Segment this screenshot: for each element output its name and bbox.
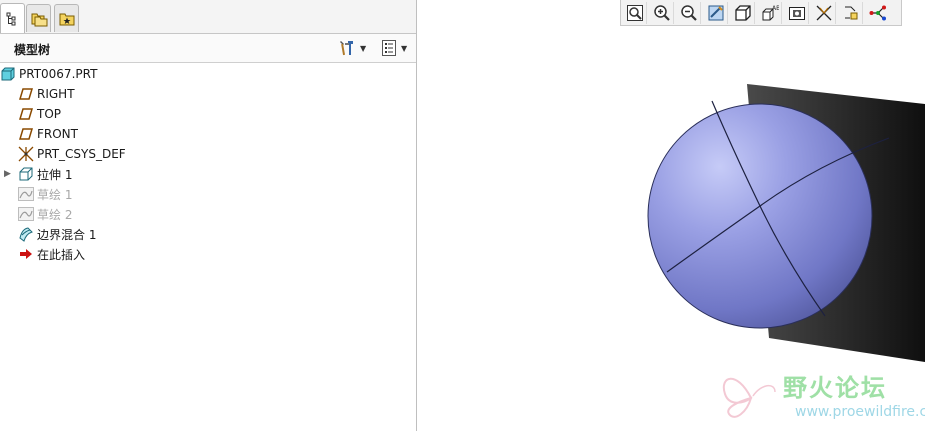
tree-item-right[interactable]: RIGHT [18, 84, 75, 104]
repaint-icon [708, 5, 723, 20]
model-tree-panel: 模型树 ▼ ▼ PRT0067.PRT RIGHT TOP FRONT PRT_… [0, 0, 417, 431]
display-style-icon [734, 4, 751, 21]
tree-item-boundary-blend[interactable]: 边界混合 1 [18, 224, 96, 244]
tree-columns-icon [382, 40, 396, 56]
folder-browser-icon [31, 13, 47, 26]
svg-text:AB: AB [772, 5, 779, 12]
graphics-viewport[interactable]: AB 野火论坛 www.proewildfire.cn [417, 0, 925, 431]
tree-item-label: PRT_CSYS_DEF [37, 147, 126, 161]
tree-item-label: RIGHT [37, 87, 75, 101]
favorites-folder-icon [59, 13, 74, 25]
saved-views-icon: AB [762, 5, 779, 20]
view-toolbar: AB [620, 0, 902, 26]
saved-views-button[interactable]: AB [758, 1, 782, 24]
datum-plane-icon [18, 126, 34, 142]
expand-arrow-icon[interactable]: ▶ [4, 169, 16, 179]
zoom-out-icon [680, 4, 697, 21]
watermark-title: 野火论坛 [783, 374, 887, 402]
navigator-tab-strip [0, 0, 416, 34]
butterfly-logo-icon [722, 377, 776, 418]
tools-settings-icon [340, 41, 353, 56]
tree-item-label: 边界混合 1 [37, 227, 97, 242]
refit-button[interactable] [623, 1, 647, 24]
tree-item-label: 草绘 1 [37, 187, 73, 202]
tree-title: 模型树 [14, 43, 51, 57]
chevron-down-icon: ▼ [360, 43, 367, 53]
sphere-surface [647, 103, 873, 329]
annotation-display-icon [844, 6, 857, 19]
display-style-button[interactable] [731, 1, 755, 24]
annotation-display-button[interactable] [839, 1, 863, 24]
tree-item-front[interactable]: FRONT [18, 124, 78, 144]
tree-item-label: 在此插入 [37, 247, 86, 262]
tab-model-tree[interactable] [0, 3, 25, 33]
model-tree-icon [6, 12, 15, 25]
zoom-in-icon [653, 4, 670, 21]
chevron-down-icon: ▼ [401, 43, 408, 53]
tree-item-label: FRONT [37, 127, 78, 141]
datum-display-icon [816, 5, 831, 20]
refit-icon [626, 4, 643, 21]
tree-item-label: TOP [37, 107, 62, 121]
forum-watermark: 野火论坛 www.proewildfire.cn [717, 368, 925, 428]
tree-item-extrude[interactable]: ▶ 拉伸 1 [4, 164, 72, 184]
repaint-button[interactable] [704, 1, 728, 24]
watermark-url: www.proewildfire.cn [795, 404, 925, 420]
tree-item-insert-here[interactable]: 在此插入 [18, 244, 85, 264]
tab-favorites[interactable] [54, 4, 79, 32]
part-icon [0, 66, 16, 82]
zoom-out-button[interactable] [677, 1, 701, 24]
sketch-icon [18, 206, 34, 222]
spin-center-button[interactable] [866, 2, 890, 24]
show-dropdown-button[interactable]: ▼ [381, 38, 407, 58]
tree-item-top[interactable]: TOP [18, 104, 61, 124]
tree-item-label: 拉伸 1 [37, 167, 73, 182]
csys-icon [18, 146, 34, 162]
insert-here-arrow-icon [18, 246, 34, 262]
sketch-icon [18, 186, 34, 202]
extrude-icon [18, 166, 34, 182]
datum-plane-icon [18, 86, 34, 102]
tree-header: 模型树 ▼ ▼ [0, 34, 416, 63]
spin-center-icon [869, 5, 886, 20]
tree-item-label: 草绘 2 [37, 207, 73, 222]
zoom-in-button[interactable] [650, 1, 674, 24]
datum-plane-icon [18, 106, 34, 122]
boundary-blend-icon [18, 226, 34, 242]
tree-item-sketch-2[interactable]: 草绘 2 [18, 204, 72, 224]
view-manager-button[interactable] [785, 1, 809, 24]
view-manager-icon [788, 6, 805, 20]
settings-dropdown-button[interactable]: ▼ [338, 38, 366, 58]
tree-item-csys[interactable]: PRT_CSYS_DEF [18, 144, 126, 164]
model-scene[interactable] [417, 0, 925, 431]
tree-item-sketch-1[interactable]: 草绘 1 [18, 184, 72, 204]
tree-item-label: PRT0067.PRT [19, 67, 98, 81]
tree-item-part[interactable]: PRT0067.PRT [0, 64, 97, 84]
datum-display-button[interactable] [812, 1, 836, 24]
tab-folder-browser[interactable] [26, 4, 51, 32]
